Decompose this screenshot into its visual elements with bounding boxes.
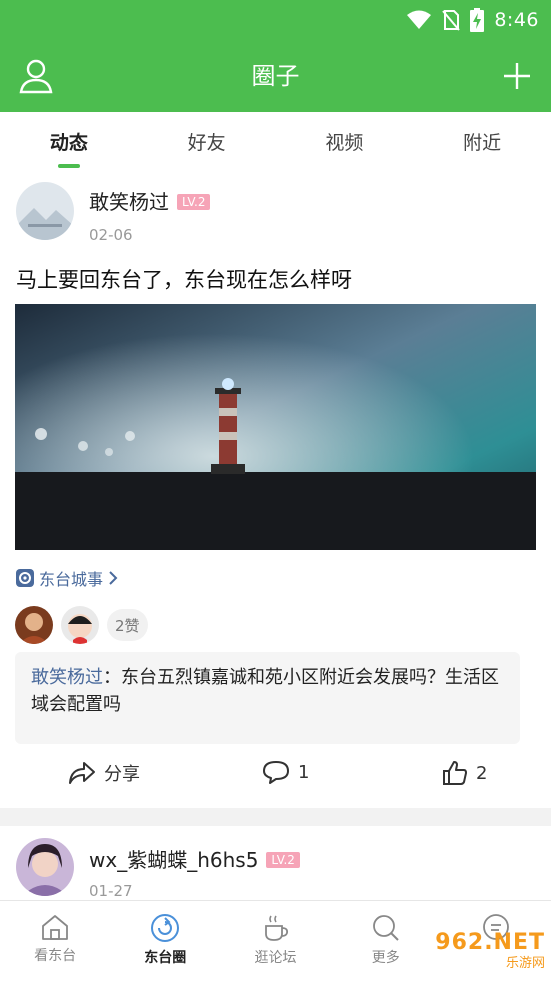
like-button[interactable]: 2 (442, 760, 487, 786)
comment-count: 1 (298, 761, 310, 783)
share-label: 分享 (104, 764, 140, 785)
comment-author[interactable]: 敢笑杨过 (31, 667, 103, 688)
topic-icon (16, 569, 34, 587)
search-icon (372, 915, 399, 941)
home-icon (42, 915, 68, 940)
avatar[interactable] (16, 182, 74, 240)
like-count-badge[interactable]: 2赞 (107, 609, 148, 641)
post-divider (0, 808, 551, 826)
share-button[interactable]: 分享 (68, 760, 140, 786)
nav-forum[interactable]: 逛论坛 (220, 901, 330, 981)
watermark-logo: 962.NET 乐游网 (435, 930, 545, 971)
no-sim-icon (442, 10, 461, 31)
nav-more[interactable]: 更多 (331, 901, 441, 981)
nav-label: 东台圈 (144, 950, 187, 966)
thumbs-up-icon (443, 761, 467, 785)
comment-preview[interactable]: 敢笑杨过：东台五烈镇嘉诚和苑小区附近会发展吗？生活区域会配置吗 (15, 652, 520, 744)
level-badge: LV.2 (266, 852, 300, 868)
feed-post: 敢笑杨过 LV.2 02-06 马上要回东台了，东台现在怎么样呀 东台城事 2赞… (0, 168, 551, 808)
nav-dongtai-circle[interactable]: 东台圈 (110, 901, 220, 981)
nav-label: 逛论坛 (254, 950, 297, 966)
like-count: 2 (476, 762, 488, 784)
coffee-cup-icon (264, 915, 288, 941)
tab-videos[interactable]: 视频 (276, 112, 414, 168)
status-bar: 8:46 (406, 6, 539, 34)
circle-refresh-icon (151, 914, 180, 942)
tab-feed[interactable]: 动态 (0, 112, 138, 168)
topic-link[interactable]: 东台城事 (15, 566, 119, 590)
page-title: 圈子 (251, 62, 300, 90)
tab-friends[interactable]: 好友 (138, 112, 276, 168)
tab-nearby[interactable]: 附近 (413, 112, 551, 168)
status-time: 8:46 (494, 9, 539, 31)
app-bar: 8:46 圈子 (0, 0, 551, 112)
avatar[interactable] (16, 838, 74, 896)
liker-avatar[interactable] (15, 606, 53, 644)
liker-avatar[interactable] (61, 606, 99, 644)
chevron-right-icon (109, 571, 118, 585)
wifi-icon (407, 10, 432, 29)
post-author[interactable]: 敢笑杨过 LV.2 (89, 186, 211, 215)
post-image[interactable] (15, 304, 536, 550)
feed-post: wx_紫蝴蝶_h6hs5 LV.2 01-27 (0, 826, 551, 900)
likers-row: 2赞 (15, 606, 148, 644)
post-actions: 分享 1 2 (0, 760, 551, 796)
plus-icon (504, 63, 530, 89)
nav-label: 看东台 (34, 948, 77, 964)
add-post-button[interactable] (497, 56, 537, 96)
post-date: 01-27 (89, 882, 133, 900)
watermark-subtitle: 乐游网 (505, 956, 545, 971)
post-date: 02-06 (89, 226, 133, 244)
post-author-name[interactable]: 敢笑杨过 (89, 190, 169, 214)
level-badge: LV.2 (177, 194, 211, 210)
post-content[interactable]: 马上要回东台了，东台现在怎么样呀 (16, 264, 352, 294)
share-icon (69, 762, 95, 784)
post-author-name[interactable]: wx_紫蝴蝶_h6hs5 (89, 848, 258, 872)
tab-bar: 动态 好友 视频 附近 (0, 112, 551, 168)
nav-label: 更多 (371, 950, 400, 966)
battery-charging-icon (470, 8, 485, 32)
comment-button[interactable]: 1 (262, 760, 309, 784)
nav-kan-dongtai[interactable]: 看东台 (0, 901, 110, 981)
feed-list[interactable]: 敢笑杨过 LV.2 02-06 马上要回东台了，东台现在怎么样呀 东台城事 2赞… (0, 168, 551, 900)
topic-label: 东台城事 (39, 570, 104, 589)
post-author[interactable]: wx_紫蝴蝶_h6hs5 LV.2 (89, 844, 300, 873)
comment-icon (263, 761, 289, 784)
